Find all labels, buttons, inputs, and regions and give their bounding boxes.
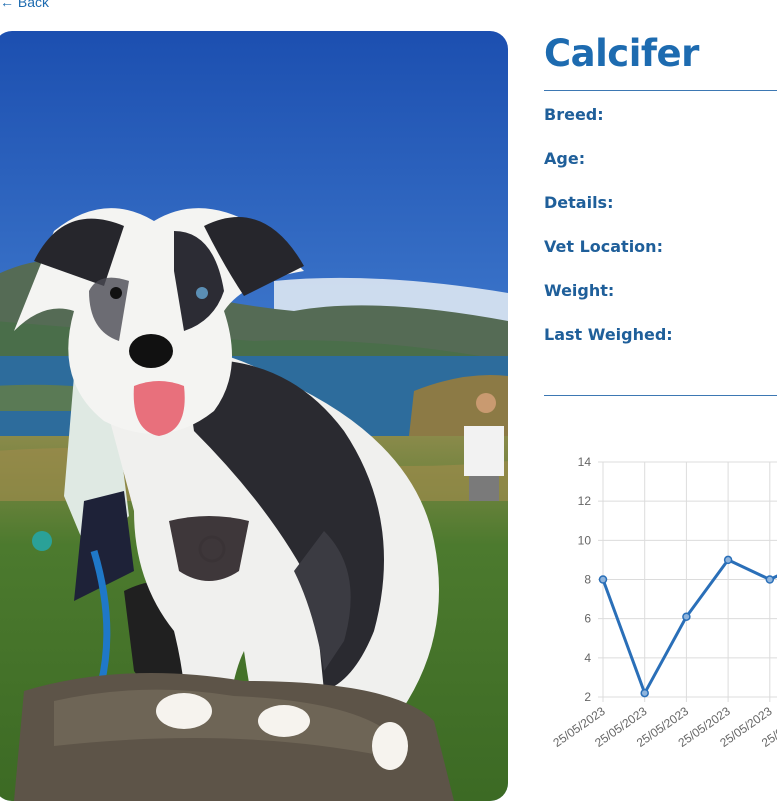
detail-vet-location: Vet Location: xyxy=(544,237,777,281)
y-tick-label: 4 xyxy=(584,651,591,665)
details-label: Details: xyxy=(544,193,614,212)
y-tick-label: 2 xyxy=(584,690,591,704)
weight-label: Weight: xyxy=(544,281,615,300)
y-tick-label: 14 xyxy=(578,455,592,469)
back-link[interactable]: ← Back xyxy=(0,0,49,10)
breed-label: Breed: xyxy=(544,105,604,124)
weight-data-point xyxy=(640,688,649,698)
pet-name: Calcifer xyxy=(544,32,699,75)
y-tick-label: 12 xyxy=(578,494,592,508)
weight-chart: 2 4 6 8 10 12 14 25/05/2023 25/05/2023 25/05/2023… xyxy=(540,445,777,785)
weight-data-point xyxy=(765,575,775,584)
detail-last-weighed: Last Weighed: xyxy=(544,325,777,369)
detail-details: Details: xyxy=(544,193,777,237)
pet-photo xyxy=(0,31,508,801)
y-tick-label: 10 xyxy=(578,533,592,547)
y-tick-label: 8 xyxy=(584,573,591,587)
pet-profile: Calcifer Breed: Age: Details: Vet Locati… xyxy=(544,30,777,396)
weight-chart-svg: 246810121425/05/202325/05/202325/05/2023… xyxy=(550,455,777,750)
weight-data-point xyxy=(682,612,691,621)
vet-location-label: Vet Location: xyxy=(544,237,663,256)
detail-weight: Weight: xyxy=(544,281,777,325)
last-weighed-label: Last Weighed: xyxy=(544,325,673,344)
details-divider xyxy=(544,395,777,396)
pet-details-list: Breed: Age: Details: Vet Location: Weigh… xyxy=(544,91,777,383)
detail-breed: Breed: xyxy=(544,105,777,149)
detail-age: Age: xyxy=(544,149,777,193)
y-tick-label: 6 xyxy=(584,612,591,626)
age-label: Age: xyxy=(544,149,586,168)
weight-data-point xyxy=(723,555,733,565)
weight-data-point xyxy=(598,575,608,584)
